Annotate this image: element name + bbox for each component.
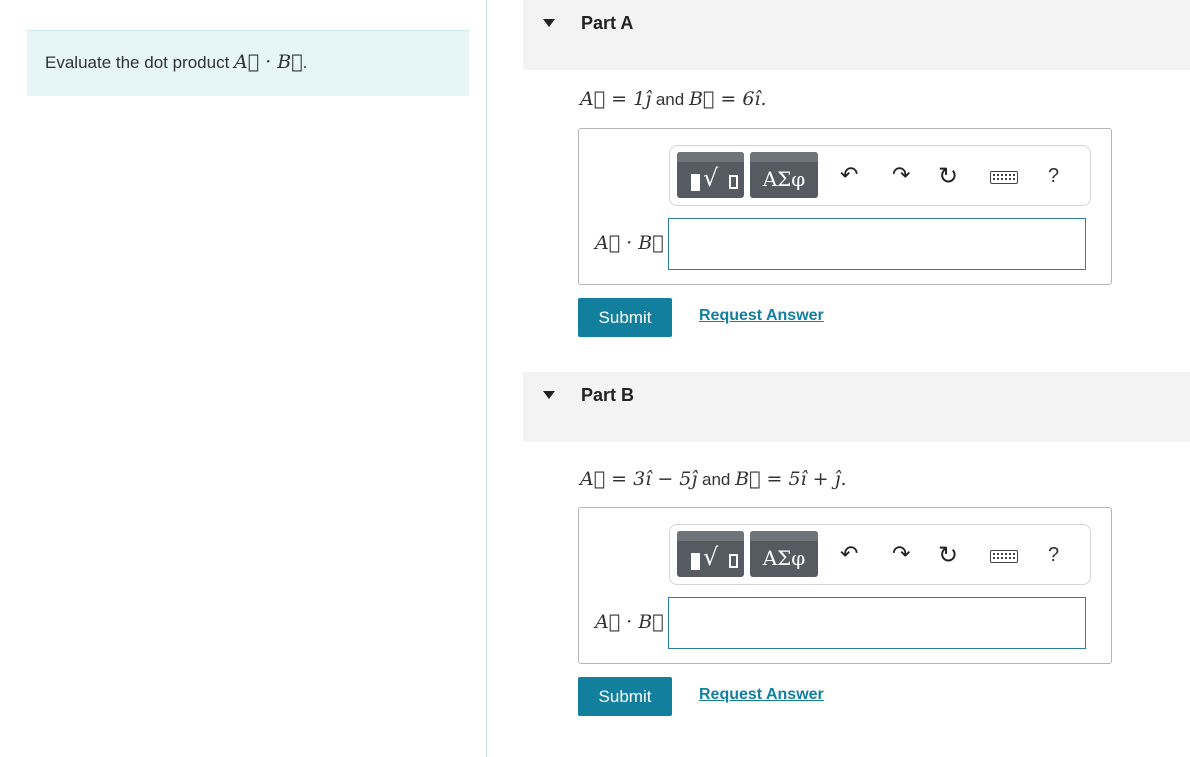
symbols-icon: ΑΣφ	[762, 167, 806, 191]
part-a-answer-box: √ ΑΣφ ↶ ↷ ↻ ? A⃗ · B⃗ =	[578, 128, 1112, 285]
templates-icon	[691, 553, 700, 570]
part-b-given-b: B⃗ = 5î + ĵ.	[735, 468, 847, 490]
question-prompt: Evaluate the dot product A⃗ · B⃗.	[45, 51, 307, 73]
part-a-given-a: A⃗ = 1ĵ	[580, 88, 652, 110]
prompt-prefix: Evaluate the dot product	[45, 53, 230, 72]
help-icon[interactable]: ?	[1048, 164, 1059, 188]
question-panel: Evaluate the dot product A⃗ · B⃗.	[27, 30, 469, 96]
reset-icon[interactable]: ↻	[938, 164, 958, 188]
part-a-submit-button[interactable]: Submit	[578, 298, 672, 337]
part-b-given: A⃗ = 3î − 5ĵ and B⃗ = 5î + ĵ.	[580, 468, 847, 490]
part-b-answer-input[interactable]	[668, 597, 1086, 649]
math-toolbar: √ ΑΣφ ↶ ↷ ↻ ?	[669, 145, 1091, 206]
part-b-given-joiner: and	[702, 470, 731, 489]
part-b-title: Part B	[581, 385, 635, 405]
part-a-answer-input[interactable]	[668, 218, 1086, 270]
keyboard-icon[interactable]	[990, 171, 1018, 184]
part-b-request-answer-link[interactable]: Request Answer	[699, 686, 824, 704]
part-a-title: Part A	[581, 13, 634, 33]
prompt-math: A⃗ · B⃗	[234, 51, 303, 73]
part-a-given-joiner: and	[655, 90, 685, 109]
prompt-suffix: .	[302, 53, 308, 72]
part-b-submit-button[interactable]: Submit	[578, 677, 672, 716]
part-b-answer-box: √ ΑΣφ ↶ ↷ ↻ ? A⃗ · B⃗ =	[578, 507, 1112, 664]
templates-icon	[691, 174, 700, 191]
templates-button[interactable]: √	[677, 152, 744, 198]
part-b-given-a: A⃗ = 3î − 5ĵ	[580, 468, 698, 490]
math-toolbar: √ ΑΣφ ↶ ↷ ↻ ?	[669, 524, 1091, 585]
reset-icon[interactable]: ↻	[938, 543, 958, 567]
templates-button[interactable]: √	[677, 531, 744, 577]
symbols-icon: ΑΣφ	[762, 546, 806, 570]
part-a-request-answer-link[interactable]: Request Answer	[699, 307, 824, 325]
part-a-given: A⃗ = 1ĵ and B⃗ = 6î.	[580, 88, 767, 110]
part-b-header[interactable]: Part B	[523, 372, 1190, 442]
collapse-caret-icon[interactable]	[543, 391, 555, 399]
redo-icon[interactable]: ↷	[892, 543, 910, 567]
part-a-given-b: B⃗ = 6î.	[688, 88, 767, 110]
help-icon[interactable]: ?	[1048, 543, 1059, 567]
keyboard-icon[interactable]	[990, 550, 1018, 563]
symbols-button[interactable]: ΑΣφ	[750, 152, 818, 198]
redo-icon[interactable]: ↷	[892, 164, 910, 188]
collapse-caret-icon[interactable]	[543, 19, 555, 27]
column-divider	[486, 0, 487, 757]
undo-icon[interactable]: ↶	[840, 164, 858, 188]
undo-icon[interactable]: ↶	[840, 543, 858, 567]
part-a-header[interactable]: Part A	[523, 0, 1190, 70]
symbols-button[interactable]: ΑΣφ	[750, 531, 818, 577]
